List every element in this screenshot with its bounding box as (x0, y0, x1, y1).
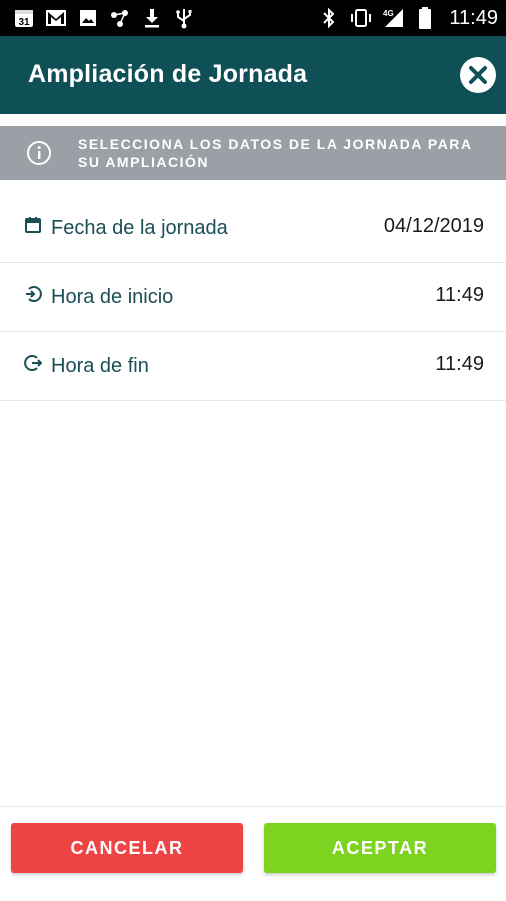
calendar-31-icon: 31 (12, 6, 36, 30)
info-banner: SELECCIONA LOS DATOS DE LA JORNADA PARA … (0, 126, 506, 180)
login-clock-icon (26, 286, 42, 302)
start-time-value[interactable]: 11:49 (435, 284, 484, 307)
info-icon (27, 141, 51, 165)
bluetooth-icon (317, 6, 341, 30)
download-icon (140, 6, 164, 30)
system-icons: 4G 11:49 (317, 6, 498, 30)
calendar-icon (25, 217, 41, 233)
date-value[interactable]: 04/12/2019 (384, 215, 484, 238)
footer-actions: CANCELAR ACEPTAR (0, 806, 506, 901)
app-header: Ampliación de Jornada (0, 36, 506, 114)
dots-icon (108, 6, 132, 30)
cancel-button[interactable]: CANCELAR (11, 823, 243, 873)
page-title: Ampliación de Jornada (28, 60, 308, 88)
signal-4g-icon: 4G (381, 6, 405, 30)
date-label: Fecha de la jornada (51, 217, 228, 239)
end-time-row[interactable]: Hora de fin 11:49 (0, 332, 506, 401)
start-time-label: Hora de inicio (51, 286, 174, 308)
date-row[interactable]: Fecha de la jornada 04/12/2019 (0, 194, 506, 263)
battery-icon (413, 6, 437, 30)
end-time-value[interactable]: 11:49 (435, 353, 484, 376)
end-time-label: Hora de fin (51, 355, 149, 377)
info-banner-text: SELECCIONA LOS DATOS DE LA JORNADA PARA … (78, 136, 473, 170)
gmail-icon (44, 6, 68, 30)
logout-clock-icon (24, 355, 42, 371)
accept-button[interactable]: ACEPTAR (264, 823, 496, 873)
notification-icons: 31 (12, 6, 196, 30)
svg-text:31: 31 (18, 17, 30, 28)
close-button[interactable] (460, 57, 496, 93)
status-time: 11:49 (449, 6, 498, 29)
close-icon (469, 66, 487, 84)
image-icon (76, 6, 100, 30)
vibrate-icon (349, 6, 373, 30)
jornada-form: Fecha de la jornada 04/12/2019 Hora de i… (0, 194, 506, 401)
usb-icon (172, 6, 196, 30)
start-time-row[interactable]: Hora de inicio 11:49 (0, 263, 506, 332)
svg-text:4G: 4G (383, 9, 394, 18)
status-bar: 31 4G 11:49 (0, 0, 506, 36)
